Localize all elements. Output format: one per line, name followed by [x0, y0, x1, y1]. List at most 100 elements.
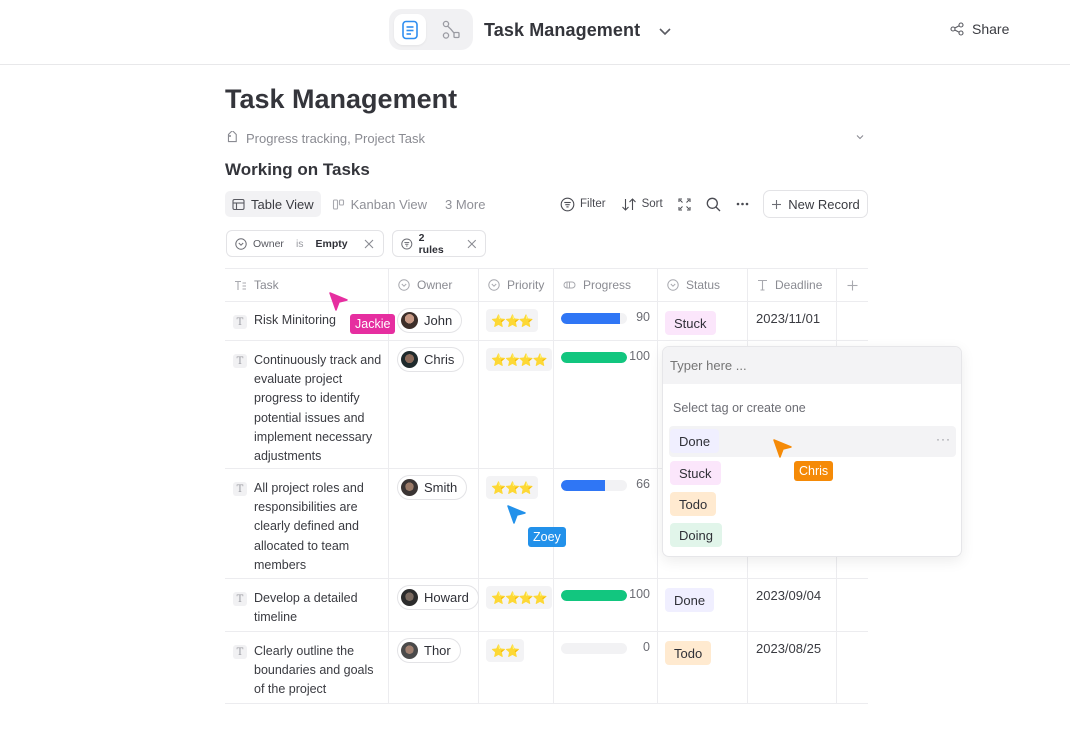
- table-row[interactable]: T Clearly outline the boundaries and goal…: [225, 632, 868, 704]
- deadline-text: 2023/11/01: [756, 311, 821, 326]
- rules-filter-chip[interactable]: 2 rules: [392, 230, 486, 257]
- progress-cell[interactable]: 66: [554, 469, 658, 578]
- close-icon[interactable]: [467, 239, 477, 249]
- owner-name: Howard: [424, 590, 469, 605]
- flow-mode-button[interactable]: [435, 14, 467, 45]
- status-cell[interactable]: Stuck: [658, 302, 748, 340]
- progress-value: 100: [629, 587, 650, 601]
- more-icon[interactable]: ···: [936, 432, 951, 446]
- progress-cell[interactable]: 0: [554, 632, 658, 703]
- progress-value: 0: [643, 640, 650, 654]
- column-header-progress[interactable]: Progress: [554, 269, 658, 301]
- column-label: Status: [686, 278, 721, 292]
- table-row[interactable]: T Develop a detailed timeline Howard ⭐⭐⭐⭐…: [225, 579, 868, 632]
- priority-cell[interactable]: ⭐⭐⭐⭐: [479, 341, 554, 468]
- plus-icon: [772, 199, 782, 209]
- priority-cell[interactable]: ⭐⭐⭐: [479, 302, 554, 340]
- sort-icon: [621, 197, 636, 211]
- section-title: Working on Tasks: [225, 160, 370, 179]
- search-button[interactable]: [706, 197, 721, 212]
- owner-filter-chip[interactable]: Owner is Empty: [226, 230, 384, 257]
- deadline-cell[interactable]: 2023/11/01: [748, 302, 837, 340]
- progress-value: 90: [636, 310, 650, 324]
- tags-row[interactable]: Progress tracking, Project Task: [225, 129, 868, 147]
- column-header-task[interactable]: Task: [225, 269, 389, 301]
- task-text: Continuously track and evaluate project …: [254, 353, 382, 464]
- owner-pill[interactable]: John: [397, 308, 463, 333]
- tag-option-done[interactable]: Done ···: [669, 426, 956, 457]
- document-mode-button[interactable]: [394, 14, 426, 45]
- app-title: Task Management: [484, 20, 641, 40]
- task-cell[interactable]: T Develop a detailed timeline: [225, 579, 389, 631]
- tag-search-input[interactable]: [663, 347, 961, 384]
- dropdown-circle-icon: [667, 279, 679, 291]
- progress-cell[interactable]: 100: [554, 579, 658, 631]
- deadline-cell[interactable]: 2023/08/25: [748, 632, 837, 703]
- owner-name: John: [424, 313, 453, 328]
- tag-option-todo[interactable]: Todo: [669, 489, 956, 520]
- fullscreen-button[interactable]: [678, 197, 691, 211]
- column-label: Progress: [583, 278, 632, 292]
- owner-pill[interactable]: Smith: [397, 475, 468, 500]
- owner-pill[interactable]: Thor: [397, 638, 461, 663]
- new-record-label: New Record: [788, 196, 860, 212]
- popup-hint: Select tag or create one: [673, 401, 806, 415]
- task-cell[interactable]: T All project roles and responsibilities …: [225, 469, 389, 578]
- owner-cell[interactable]: John: [389, 302, 479, 340]
- share-button[interactable]: Share: [950, 21, 1009, 37]
- expand-icon: [678, 197, 691, 211]
- tab-kanban-view[interactable]: Kanban View: [325, 191, 434, 217]
- status-tag-popup: Select tag or create one Done ··· Stuck …: [662, 346, 962, 557]
- priority-cell[interactable]: ⭐⭐: [479, 632, 554, 703]
- table-header: Task Owner Priority Progress Status Dead…: [225, 269, 868, 302]
- tab-table-view[interactable]: Table View: [225, 191, 321, 217]
- table-row[interactable]: T Risk Minitoring John ⭐⭐⭐ 90 Stuck 2023/…: [225, 302, 868, 341]
- chevron-down-icon[interactable]: [656, 22, 674, 40]
- add-column-button[interactable]: [837, 269, 868, 301]
- task-cell[interactable]: T Clearly outline the boundaries and goal…: [225, 632, 389, 703]
- column-header-status[interactable]: Status: [658, 269, 748, 301]
- more-options-button[interactable]: [736, 202, 749, 206]
- deadline-text: 2023/09/04: [756, 588, 822, 603]
- tag-option-doing[interactable]: Doing: [669, 520, 956, 551]
- progress-cell[interactable]: 100: [554, 341, 658, 468]
- owner-pill[interactable]: Howard: [397, 585, 479, 610]
- task-cell[interactable]: T Continuously track and evaluate project…: [225, 341, 389, 468]
- progress-value: 66: [636, 477, 650, 491]
- progress-icon: [563, 281, 576, 289]
- close-icon[interactable]: [364, 239, 374, 249]
- progress-cell[interactable]: 90: [554, 302, 658, 340]
- sort-button[interactable]: Sort: [621, 197, 663, 212]
- filter-icon: [401, 237, 413, 250]
- owner-cell[interactable]: Thor: [389, 632, 479, 703]
- tab-more-views[interactable]: 3 More: [438, 191, 492, 217]
- filter-label: Filter: [580, 198, 606, 210]
- mode-switch: [389, 9, 473, 50]
- deadline-cell[interactable]: 2023/09/04: [748, 579, 837, 631]
- status-cell[interactable]: Todo: [658, 632, 748, 703]
- owner-cell[interactable]: Chris: [389, 341, 479, 468]
- owner-cell[interactable]: Howard: [389, 579, 479, 631]
- tab-label: 3 More: [445, 196, 486, 212]
- progress-bar: [561, 590, 627, 601]
- column-header-priority[interactable]: Priority: [479, 269, 554, 301]
- status-tag: Todo: [665, 641, 712, 665]
- long-text-icon: [235, 280, 246, 290]
- kanban-icon: [332, 198, 344, 210]
- owner-name: Chris: [424, 352, 455, 367]
- collaborator-label-chris: Chris: [794, 461, 834, 481]
- column-header-deadline[interactable]: Deadline: [748, 269, 837, 301]
- chevron-down-icon[interactable]: [854, 131, 866, 143]
- text-field-icon: T: [233, 482, 247, 496]
- tags-text: Progress tracking, Project Task: [246, 130, 425, 146]
- progress-bar: [561, 480, 627, 491]
- cursor-pointer-icon: [773, 439, 792, 458]
- rules-label: 2 rules: [418, 231, 444, 256]
- owner-cell[interactable]: Smith: [389, 469, 479, 578]
- column-header-owner[interactable]: Owner: [389, 269, 479, 301]
- status-cell[interactable]: Done: [658, 579, 748, 631]
- filter-button[interactable]: Filter: [560, 197, 606, 212]
- owner-pill[interactable]: Chris: [397, 347, 465, 372]
- priority-cell[interactable]: ⭐⭐⭐⭐: [479, 579, 554, 631]
- new-record-button[interactable]: New Record: [763, 190, 868, 218]
